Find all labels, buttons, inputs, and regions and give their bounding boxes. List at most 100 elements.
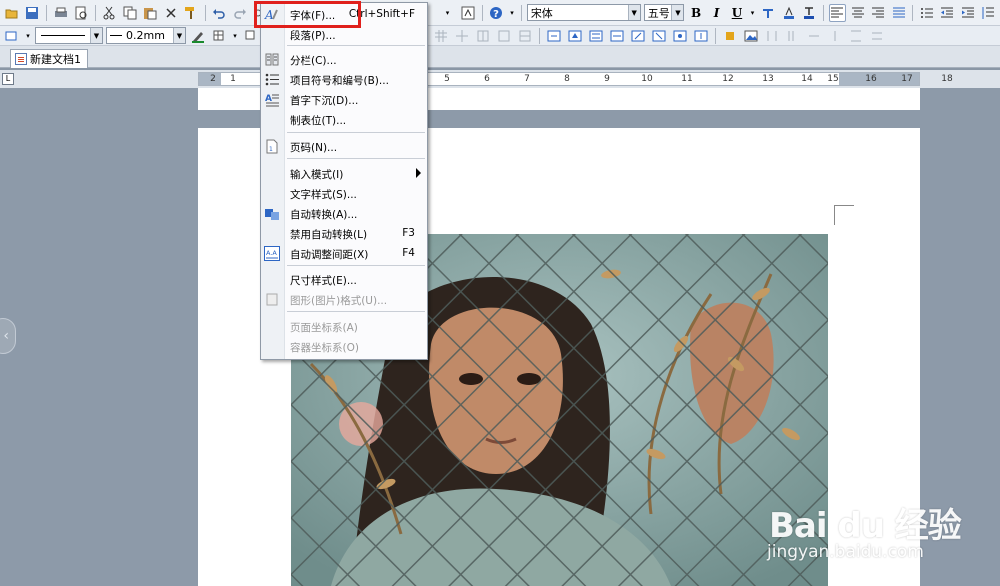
menu-separator — [287, 311, 425, 312]
ruler-number: 17 — [901, 74, 913, 84]
order-5-icon[interactable] — [847, 27, 865, 45]
align-center-icon[interactable] — [849, 4, 866, 22]
print-preview-icon[interactable] — [72, 4, 89, 22]
underline-dropdown-icon[interactable]: ▾ — [749, 4, 757, 22]
redo-icon[interactable] — [231, 4, 248, 22]
font-size-select[interactable]: 五号 ▼ — [643, 4, 685, 21]
object-align-6-icon[interactable] — [650, 27, 668, 45]
ruler-number: 16 — [865, 74, 877, 84]
menu-item-label: 容器坐标系(O) — [290, 342, 359, 354]
align-right-icon[interactable] — [870, 4, 887, 22]
chevron-down-icon: ▼ — [627, 5, 640, 20]
ruler-number: 5 — [444, 74, 450, 84]
highlight-box — [254, 1, 361, 28]
text-area-corner-mark — [834, 205, 854, 225]
align-left-icon[interactable] — [828, 3, 847, 22]
indent-increase-icon[interactable] — [959, 4, 976, 22]
menu-item[interactable]: 尺寸样式(E)... — [261, 270, 427, 289]
menu-item[interactable]: 1 页码(N)... — [261, 137, 427, 156]
object-align-2-icon[interactable] — [566, 27, 584, 45]
order-4-icon[interactable] — [826, 27, 844, 45]
object-align-1-icon[interactable] — [545, 27, 563, 45]
tab-new-document[interactable]: 新建文档1 — [10, 49, 88, 68]
open-icon[interactable] — [3, 4, 20, 22]
object-align-4-icon[interactable] — [608, 27, 626, 45]
line-style-select[interactable]: ▼ — [35, 27, 103, 44]
object-align-3-icon[interactable] — [587, 27, 605, 45]
insert-object-icon[interactable] — [459, 4, 476, 22]
table-merge-icon[interactable] — [495, 27, 513, 45]
table-split-icon[interactable] — [474, 27, 492, 45]
toolbar-separator — [912, 4, 914, 21]
highlight-icon[interactable] — [780, 4, 797, 22]
page-number-icon: 1 — [264, 139, 280, 154]
menu-item: 图形(图片)格式(U)... — [261, 290, 427, 309]
svg-text:?: ? — [493, 9, 499, 20]
table-col-icon[interactable] — [453, 27, 471, 45]
line-spacing-icon[interactable] — [980, 4, 997, 22]
bold-button[interactable]: B — [687, 4, 704, 22]
undo-icon[interactable] — [211, 4, 228, 22]
object-align-7-icon[interactable] — [671, 27, 689, 45]
ruler-number: 13 — [762, 74, 774, 84]
menu-item[interactable]: 项目符号和编号(B)... — [261, 70, 427, 89]
menu-item[interactable]: 自动转换(A)... — [261, 204, 427, 223]
menu-item[interactable]: A 首字下沉(D)... — [261, 90, 427, 109]
menu-item-label: 文字样式(S)... — [290, 189, 357, 201]
draw-dropdown-icon[interactable]: ▾ — [24, 27, 32, 45]
chevron-down-icon: ▼ — [90, 28, 102, 43]
fill-color-icon[interactable] — [210, 27, 228, 45]
menu-item[interactable]: 分栏(C)... — [261, 50, 427, 69]
font-name-select[interactable]: 宋体 ▼ — [526, 4, 641, 21]
object-align-5-icon[interactable] — [629, 27, 647, 45]
object-align-8-icon[interactable] — [692, 27, 710, 45]
shadow-icon[interactable] — [242, 27, 260, 45]
ruler-number: 12 — [722, 74, 734, 84]
delete-icon[interactable] — [162, 4, 179, 22]
ruler-number: 11 — [681, 74, 693, 84]
svg-text:1: 1 — [269, 146, 273, 153]
tab-stop-selector[interactable]: L — [2, 73, 14, 85]
print-icon[interactable] — [52, 4, 69, 22]
line-width-select[interactable]: 0.2mm ▼ — [106, 27, 186, 44]
cut-icon[interactable] — [101, 4, 118, 22]
indent-decrease-icon[interactable] — [939, 4, 956, 22]
menu-item[interactable]: 制表位(T)... — [261, 110, 427, 129]
menu-item[interactable]: 禁用自动转换(L) F3 — [261, 224, 427, 243]
columns-icon — [264, 52, 280, 67]
wrap-text-icon[interactable] — [721, 27, 739, 45]
underline-button[interactable]: U — [728, 4, 745, 22]
help-icon[interactable]: ? — [488, 4, 505, 22]
order-6-icon[interactable] — [868, 27, 886, 45]
table-row-icon[interactable] — [516, 27, 534, 45]
format-painter-icon[interactable] — [182, 4, 199, 22]
order-2-icon[interactable] — [784, 27, 802, 45]
justify-icon[interactable] — [890, 4, 907, 22]
save-icon[interactable] — [23, 4, 40, 22]
help-dropdown-icon[interactable]: ▾ — [508, 4, 516, 22]
picture-icon[interactable] — [742, 27, 760, 45]
order-3-icon[interactable] — [805, 27, 823, 45]
order-1-icon[interactable] — [763, 27, 781, 45]
pen-color-icon[interactable] — [189, 27, 207, 45]
watermark: Bai du 经验 jingyan.baidu.com — [757, 478, 997, 578]
menu-item[interactable]: 输入模式(I) — [261, 164, 427, 183]
format-menu: A 字体(F)... Ctrl+Shift+F 段落(P)... 分栏(C)... 项目符… — [260, 2, 428, 360]
copy-icon[interactable] — [121, 4, 138, 22]
chevron-left-icon[interactable]: ‹ — [0, 318, 16, 354]
dropdown-arrow-icon[interactable]: ▾ — [439, 4, 456, 22]
menu-item: 容器坐标系(O) — [261, 337, 427, 356]
standard-toolbar: ▾ ? ▾ 宋体 ▼ 五号 ▼ B I U ▾ — [0, 0, 1000, 26]
menu-separator — [287, 265, 425, 266]
menu-item[interactable]: A.A 自动调整间距(X) F4 — [261, 244, 427, 263]
italic-button[interactable]: I — [708, 4, 725, 22]
submenu-arrow-icon — [416, 168, 421, 178]
draw-mode-icon[interactable] — [3, 27, 21, 45]
font-color-icon[interactable] — [800, 4, 817, 22]
paste-icon[interactable] — [141, 4, 158, 22]
table-grid-icon[interactable] — [432, 27, 450, 45]
fill-dropdown-icon[interactable]: ▾ — [231, 27, 239, 45]
text-effect-icon[interactable] — [759, 4, 776, 22]
numbered-list-icon[interactable] — [918, 4, 935, 22]
menu-item[interactable]: 文字样式(S)... — [261, 184, 427, 203]
